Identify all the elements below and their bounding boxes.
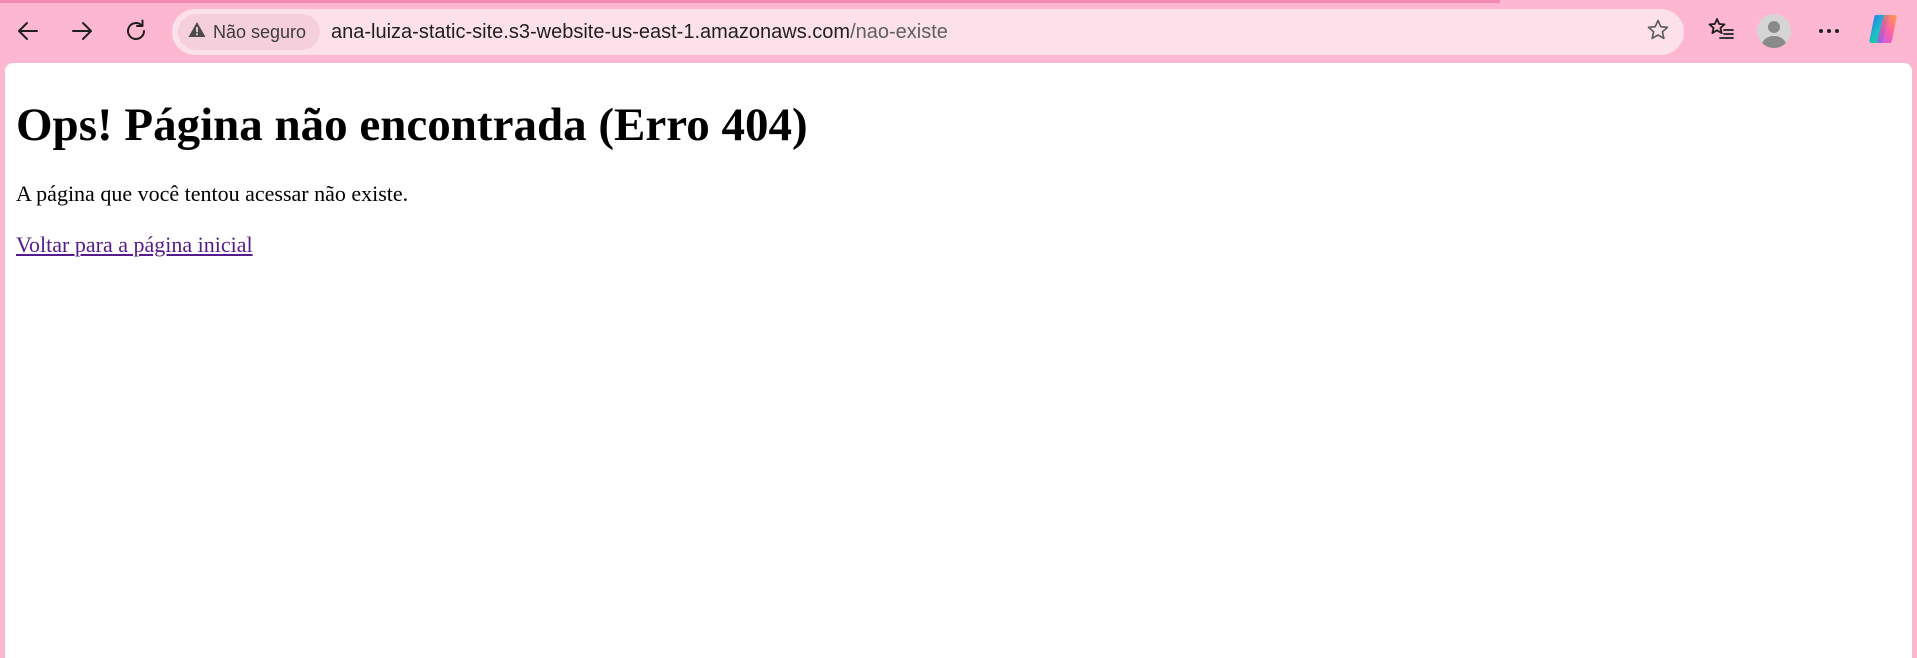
reload-icon: [123, 18, 149, 44]
error-page: Ops! Página não encontrada (Erro 404) A …: [5, 63, 1912, 258]
back-button[interactable]: [8, 11, 48, 51]
forward-button[interactable]: [62, 11, 102, 51]
favorites-list-icon: [1707, 16, 1735, 47]
arrow-left-icon: [15, 18, 41, 44]
warning-triangle-icon: [188, 21, 206, 43]
browser-window: Não seguro ana-luiza-static-site.s3-webs…: [0, 0, 1917, 658]
error-message: A página que você tentou acessar não exi…: [16, 181, 409, 206]
url-host: ana-luiza-static-site.s3-website-us-east…: [331, 21, 851, 43]
arrow-right-icon: [69, 18, 95, 44]
page-title: Ops! Página não encontrada (Erro 404): [16, 99, 808, 151]
settings-and-more-button[interactable]: [1809, 11, 1849, 51]
profile-avatar: [1757, 14, 1791, 48]
star-icon: [1646, 18, 1670, 47]
back-to-home-link[interactable]: Voltar para a página inicial: [16, 232, 253, 257]
reload-button[interactable]: [116, 11, 156, 51]
security-label: Não seguro: [213, 21, 307, 42]
security-indicator[interactable]: Não seguro: [178, 14, 321, 50]
more-horizontal-icon: [1817, 22, 1841, 40]
browser-toolbar: Não seguro ana-luiza-static-site.s3-webs…: [0, 0, 1917, 63]
url-text[interactable]: ana-luiza-static-site.s3-website-us-east…: [331, 9, 948, 55]
page-viewport: Ops! Página não encontrada (Erro 404) A …: [5, 63, 1912, 658]
url-path: /nao-existe: [850, 21, 948, 43]
address-bar[interactable]: Não seguro ana-luiza-static-site.s3-webs…: [172, 9, 1684, 55]
profile-button[interactable]: [1754, 11, 1794, 51]
add-favorite-button[interactable]: [1642, 16, 1674, 48]
copilot-icon: [1866, 12, 1900, 51]
favorites-button[interactable]: [1701, 11, 1741, 51]
copilot-button[interactable]: [1863, 11, 1903, 51]
link-paragraph: Voltar para a página inicial: [16, 232, 1901, 258]
